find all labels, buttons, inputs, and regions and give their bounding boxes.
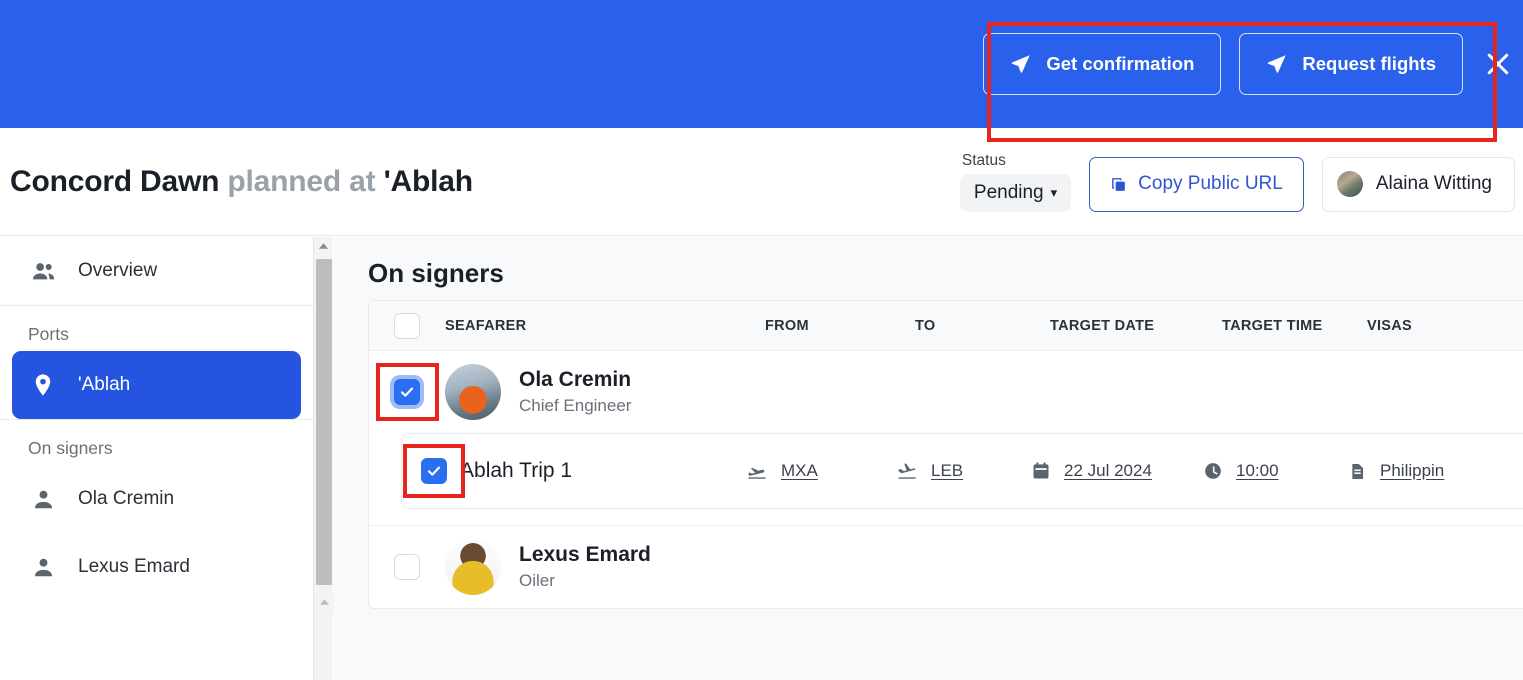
bulk-action-bar: Get confirmation Request flights (0, 0, 1523, 128)
sidebar-item-ola-cremin[interactable]: Ola Cremin (12, 465, 301, 533)
row-select-cell (369, 379, 445, 405)
sidebar-overview-label: Overview (78, 260, 158, 281)
page-title-port: 'Ablah (383, 164, 473, 198)
people-icon (28, 258, 58, 285)
sidebar-ports-caption: Ports (28, 324, 69, 344)
trip-visa-value[interactable]: Philippin (1380, 461, 1444, 481)
status-group: Status Pending ▾ (959, 151, 1072, 212)
request-flights-button[interactable]: Request flights (1239, 33, 1463, 95)
signers-table: SEAFARER FROM TO TARGET DATE TARGET TIME… (368, 300, 1523, 609)
table-header-row: SEAFARER FROM TO TARGET DATE TARGET TIME… (369, 301, 1523, 351)
column-header-to: TO (915, 317, 936, 334)
person-icon (28, 487, 58, 512)
chevron-down-icon: ▾ (1050, 185, 1058, 200)
sidebar-overview-group: Overview (0, 237, 313, 305)
main-content: On signers SEAFARER FROM TO TARGET DATE … (334, 237, 1523, 680)
trip-date-cell: 22 Jul 2024 (1031, 461, 1203, 481)
row-checkbox-ola-cremin[interactable] (394, 379, 420, 405)
map-pin-icon (28, 372, 58, 398)
row-select-cell (369, 554, 445, 580)
sidebar-item-lexus-emard[interactable]: Lexus Emard (12, 533, 301, 601)
column-header-seafarer: SEAFARER (445, 317, 527, 334)
document-icon (1348, 462, 1367, 481)
send-icon (1010, 53, 1032, 75)
table-row[interactable]: Ola Cremin Chief Engineer (369, 351, 1523, 433)
column-header-target-time: TARGET TIME (1222, 317, 1323, 334)
get-confirmation-button[interactable]: Get confirmation (983, 33, 1222, 95)
avatar (1336, 171, 1363, 197)
page-title-vessel: Concord Dawn (10, 164, 220, 198)
status-label: Status (961, 151, 1006, 169)
avatar (445, 539, 501, 595)
app-root: Get confirmation Request flights Concord… (0, 0, 1523, 680)
section-title: On signers (368, 258, 504, 288)
trip-visa-cell: Philippin (1348, 461, 1523, 481)
sidebar-ola-cremin-label: Ola Cremin (78, 488, 175, 509)
bulk-action-buttons: Get confirmation Request flights (983, 33, 1509, 95)
seafarer-role: Oiler (519, 570, 555, 590)
avatar (445, 364, 501, 420)
trip-from-value[interactable]: MXA (781, 461, 818, 481)
header-actions: Status Pending ▾ Copy Public URL Alaina … (959, 151, 1515, 212)
trip-to-cell: LEB (896, 460, 1031, 482)
user-name-label: Alaina Witting (1375, 173, 1492, 194)
trip-checkbox-ablah-trip-1[interactable] (421, 458, 447, 484)
status-dropdown[interactable]: Pending ▾ (959, 173, 1072, 212)
copy-public-url-label: Copy Public URL (1138, 173, 1283, 194)
user-menu-button[interactable]: Alaina Witting (1321, 156, 1515, 212)
scrollbar-up-button[interactable] (314, 237, 333, 255)
close-icon[interactable] (1481, 47, 1515, 81)
send-icon (1266, 53, 1288, 75)
trip-time-value[interactable]: 10:00 (1236, 461, 1279, 481)
page-header: Concord Dawn planned at 'Ablah Status Pe… (0, 128, 1523, 236)
table-row[interactable]: Lexus Emard Oiler (369, 526, 1523, 608)
sidebar-item-ablah[interactable]: 'Ablah (12, 351, 301, 419)
trip-name: 'Ablah Trip 1 (456, 459, 573, 482)
calendar-icon (1031, 461, 1051, 481)
scrollbar-down-button[interactable] (314, 593, 334, 611)
sidebar-lexus-emard-label: Lexus Emard (78, 556, 190, 577)
copy-public-url-button[interactable]: Copy Public URL (1089, 156, 1304, 212)
trip-row[interactable]: 'Ablah Trip 1 MXA LEB 22 Jul 2024 10:00 … (401, 433, 1523, 509)
seafarer-name: Ola Cremin (519, 368, 632, 392)
select-all-cell (369, 312, 445, 339)
trip-date-value[interactable]: 22 Jul 2024 (1064, 461, 1152, 481)
page-title: Concord Dawn planned at 'Ablah (10, 165, 473, 199)
trip-to-value[interactable]: LEB (931, 461, 963, 481)
request-flights-label: Request flights (1302, 53, 1436, 74)
trip-select-cell (412, 458, 456, 484)
sidebar: Overview Ports 'Ablah On signers Ola Cre… (0, 237, 313, 680)
select-all-checkbox[interactable] (394, 312, 420, 339)
sidebar-item-overview[interactable]: Overview (12, 237, 301, 305)
seafarer-name: Lexus Emard (519, 543, 651, 567)
sidebar-scrollbar[interactable] (313, 237, 334, 680)
seafarer-cell: Lexus Emard Oiler (445, 539, 765, 595)
trip-spacer (369, 509, 1523, 525)
page-title-connector: planned at (227, 164, 376, 198)
copy-icon (1110, 176, 1127, 193)
flight-takeoff-icon (746, 460, 768, 482)
status-value: Pending (973, 181, 1044, 203)
scrollbar-thumb[interactable] (316, 259, 332, 585)
row-checkbox-lexus-emard[interactable] (394, 554, 420, 580)
get-confirmation-label: Get confirmation (1046, 53, 1195, 74)
trip-time-cell: 10:00 (1203, 461, 1348, 481)
trip-name-cell: 'Ablah Trip 1 (456, 459, 746, 483)
clock-icon (1203, 461, 1223, 481)
seafarer-cell: Ola Cremin Chief Engineer (445, 364, 765, 420)
trip-from-cell: MXA (746, 460, 896, 482)
sidebar-signers-group: On signers Ola Cremin Lexus Emard (0, 420, 313, 601)
column-header-visas: VISAS (1367, 317, 1413, 334)
seafarer-role: Chief Engineer (519, 395, 632, 415)
sidebar-ablah-label: 'Ablah (78, 374, 131, 395)
flight-landing-icon (896, 460, 918, 482)
sidebar-signers-caption: On signers (28, 438, 113, 458)
column-header-from: FROM (765, 317, 809, 334)
person-icon (28, 555, 58, 580)
sidebar-ports-group: Ports 'Ablah (0, 306, 313, 419)
column-header-target-date: TARGET DATE (1050, 317, 1155, 334)
